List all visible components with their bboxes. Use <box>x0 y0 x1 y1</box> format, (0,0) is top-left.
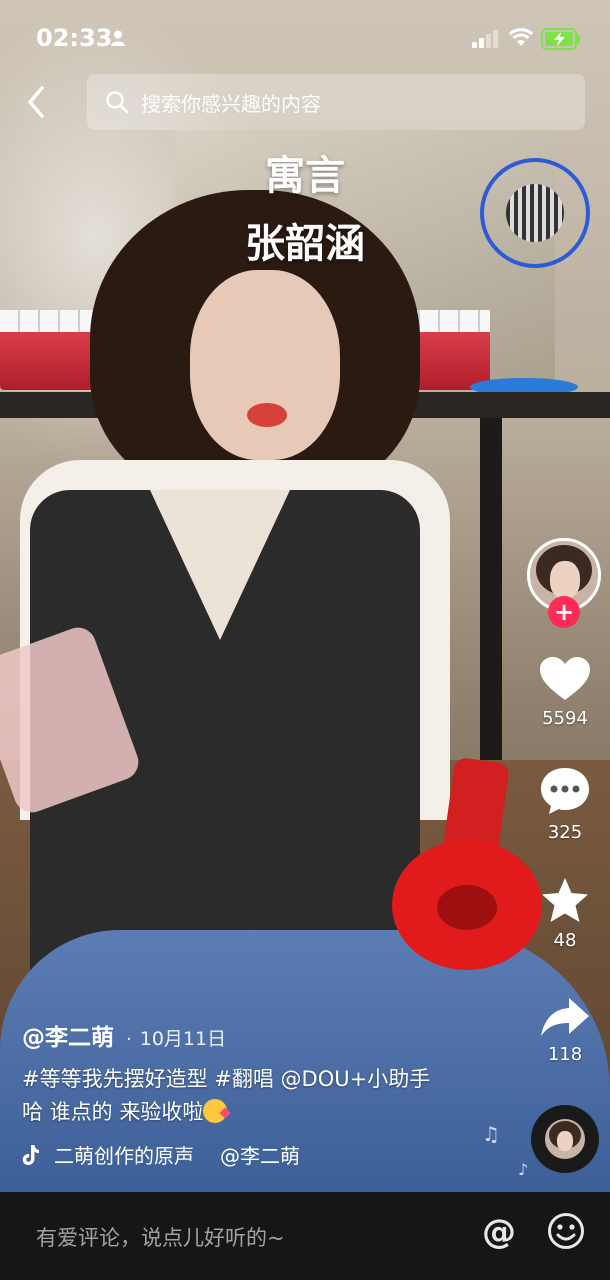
post-date: 10月11日 <box>139 1028 227 1050</box>
share-count: 118 <box>547 1044 583 1065</box>
person-lips <box>247 403 287 427</box>
share-button[interactable]: 118 <box>530 996 600 1065</box>
like-button[interactable]: 5594 <box>530 656 600 729</box>
person-face <box>190 270 340 460</box>
search-icon <box>106 91 129 114</box>
music-title: 二萌创作的原声 <box>54 1144 194 1168</box>
music-note-icon: ♪ <box>518 1160 529 1179</box>
tiktok-note-icon <box>22 1144 39 1165</box>
person-icon <box>111 30 125 46</box>
post-caption[interactable]: #等等我先摆好造型 #翻唱 @DOU+小助手 哈 谁点的 来验收啦 <box>22 1063 432 1129</box>
smile-icon[interactable] <box>547 1212 585 1250</box>
wifi-icon <box>509 28 533 46</box>
back-arrow-icon[interactable] <box>22 84 52 120</box>
music-row[interactable]: 二萌创作的原声 @李二萌 <box>22 1140 300 1169</box>
comment-button[interactable]: 325 <box>530 766 600 843</box>
star-icon <box>542 878 588 922</box>
vest-neckline <box>150 490 290 640</box>
comment-icon <box>541 768 589 814</box>
comment-count: 325 <box>547 822 583 843</box>
follow-button[interactable]: + <box>548 596 580 628</box>
at-icon[interactable]: @ <box>479 1212 519 1252</box>
lyric-line-song-title: 寓言 <box>265 153 345 199</box>
favorite-count: 48 <box>553 930 577 951</box>
comment-bar: 有爱评论，说点儿好听的~ @ <box>0 1192 610 1280</box>
status-bar: 02:33 <box>0 0 610 70</box>
favorite-button[interactable]: 48 <box>530 876 600 951</box>
status-time: 02:33 <box>36 24 113 52</box>
lyric-line-singer: 张韶涵 <box>245 221 365 267</box>
share-icon <box>541 998 589 1036</box>
author-name[interactable]: @李二萌 <box>22 1018 114 1052</box>
separator-dot: · <box>126 1029 132 1050</box>
comment-input[interactable]: 有爱评论，说点儿好听的~ <box>36 1222 285 1252</box>
kiss-emoji-icon <box>203 1099 228 1123</box>
signal-icon <box>472 30 498 48</box>
music-note-icon: ♫ <box>482 1122 500 1146</box>
battery-charging-icon <box>541 28 580 50</box>
megaphone <box>392 756 542 970</box>
like-count: 5594 <box>542 708 588 729</box>
search-bar[interactable]: 搜索你感兴趣的内容 <box>87 74 585 130</box>
music-disc[interactable] <box>531 1105 599 1173</box>
search-placeholder: 搜索你感兴趣的内容 <box>141 91 321 116</box>
heart-icon <box>540 657 590 700</box>
author-row: @李二萌 · 10月11日 <box>22 1018 226 1052</box>
music-author: @李二萌 <box>220 1144 300 1168</box>
